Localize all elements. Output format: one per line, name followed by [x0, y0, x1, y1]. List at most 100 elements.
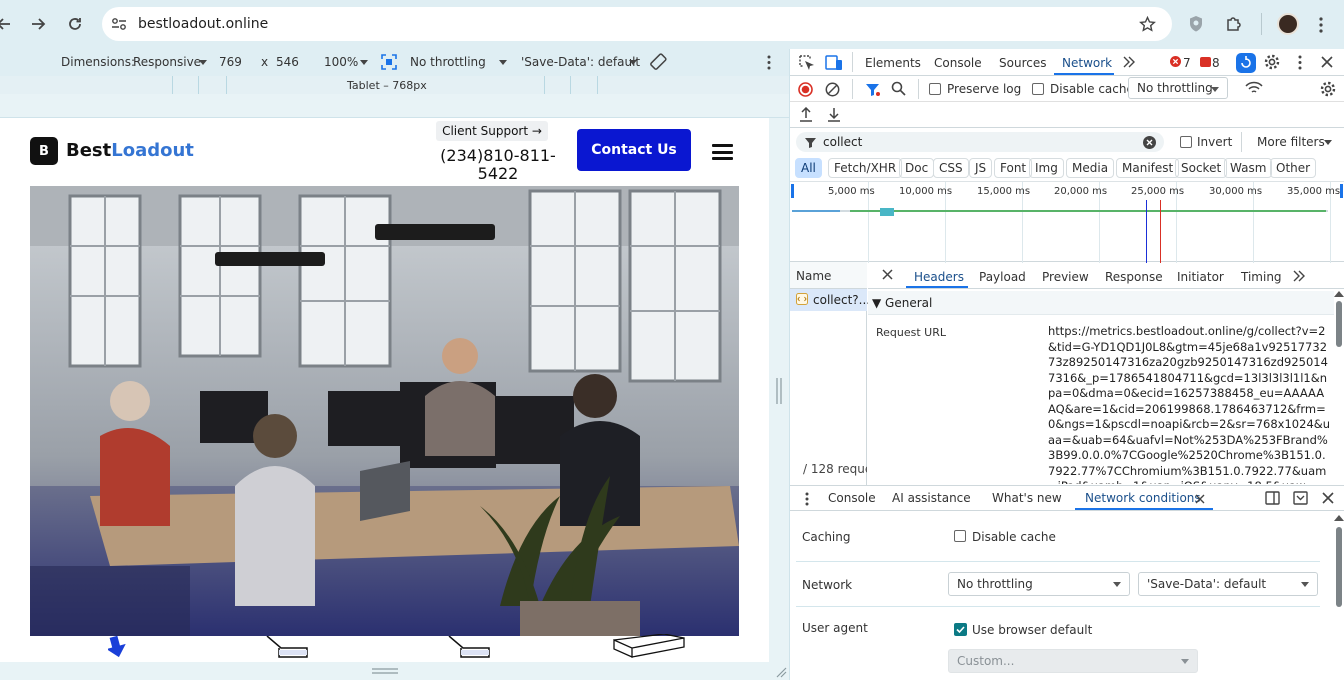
- type-filter-socket[interactable]: Socket: [1175, 158, 1228, 178]
- site-info-icon[interactable]: [111, 17, 127, 31]
- preserve-log-checkbox[interactable]: [929, 83, 941, 95]
- custom-user-agent-select[interactable]: Custom...: [948, 649, 1198, 673]
- row-divider: [796, 606, 1320, 607]
- close-drawer-icon[interactable]: [1322, 492, 1334, 504]
- error-count[interactable]: 7: [1183, 56, 1191, 70]
- save-data-select[interactable]: 'Save-Data': default: [521, 55, 640, 69]
- client-support-link[interactable]: Client Support →: [436, 121, 548, 141]
- record-stop-icon[interactable]: [798, 82, 813, 97]
- drawer-tab-network-conditions[interactable]: Network conditions: [1085, 491, 1201, 505]
- network-settings-gear-icon[interactable]: [1320, 81, 1336, 97]
- save-data-conditions-select[interactable]: 'Save-Data': default: [1138, 572, 1318, 596]
- type-filter-font[interactable]: Font: [994, 158, 1033, 178]
- general-section-header[interactable]: ▼ General: [868, 291, 1334, 315]
- site-logo-mark[interactable]: B: [30, 137, 58, 165]
- dock-side-icon[interactable]: [1265, 491, 1280, 505]
- network-toolbar-secondary: [790, 102, 1344, 128]
- type-filter-fetchxhr[interactable]: Fetch/XHR: [828, 158, 903, 178]
- throttling-dropdown[interactable]: No throttling: [1128, 77, 1228, 99]
- rotate-icon[interactable]: [648, 52, 668, 72]
- close-icon[interactable]: [1321, 56, 1333, 68]
- type-filter-media[interactable]: Media: [1066, 158, 1115, 178]
- clear-filter-icon[interactable]: [1143, 136, 1156, 149]
- tab-console[interactable]: Console: [934, 56, 982, 70]
- phone-number[interactable]: (234)810-811- 5422: [440, 147, 556, 183]
- tab-preview[interactable]: Preview: [1042, 270, 1089, 284]
- drawer-menu-icon[interactable]: [804, 492, 810, 506]
- back-button[interactable]: [0, 10, 18, 38]
- invert-checkbox[interactable]: [1180, 136, 1192, 148]
- site-logo-text[interactable]: BestLoadout: [66, 140, 194, 161]
- warning-icon[interactable]: [1200, 57, 1211, 67]
- type-filter-img[interactable]: Img: [1029, 158, 1064, 178]
- filter-value[interactable]: collect: [823, 135, 862, 149]
- more-tabs-icon[interactable]: [1293, 270, 1305, 282]
- drawer-scrollbar[interactable]: [1334, 511, 1344, 680]
- tab-sources[interactable]: Sources: [999, 56, 1046, 70]
- ai-assistant-icon[interactable]: [1236, 53, 1256, 73]
- error-icon[interactable]: [1170, 56, 1181, 67]
- more-options-icon[interactable]: [766, 55, 772, 70]
- tab-timing[interactable]: Timing: [1241, 270, 1282, 284]
- use-browser-default-checkbox[interactable]: [954, 623, 967, 636]
- tab-network[interactable]: Network: [1062, 56, 1112, 70]
- tab-payload[interactable]: Payload: [979, 270, 1026, 284]
- more-filters-dropdown[interactable]: More filters: [1257, 135, 1325, 149]
- disable-cache-checkbox[interactable]: [1032, 83, 1044, 95]
- network-conditions-icon[interactable]: [1245, 81, 1263, 95]
- tab-elements[interactable]: Elements: [865, 56, 921, 70]
- conditions-disable-cache-checkbox[interactable]: [954, 530, 966, 542]
- dpr-focus-icon[interactable]: [381, 54, 397, 70]
- device-select[interactable]: Responsive: [133, 55, 201, 69]
- hamburger-menu-icon[interactable]: [712, 144, 733, 160]
- inspect-element-icon[interactable]: [799, 55, 815, 71]
- request-row-selected[interactable]: collect?...: [790, 289, 870, 311]
- type-filter-all[interactable]: All: [795, 158, 822, 178]
- close-drawer-tab-icon[interactable]: [1195, 494, 1205, 504]
- forward-button[interactable]: [24, 10, 52, 38]
- detail-scrollbar[interactable]: [1334, 291, 1344, 485]
- type-filter-wasm[interactable]: Wasm: [1224, 158, 1273, 178]
- corner-resize-icon[interactable]: [775, 666, 787, 678]
- width-input[interactable]: 769: [219, 55, 242, 69]
- box-icon: [265, 636, 309, 658]
- url-text[interactable]: bestloadout.online: [138, 16, 268, 32]
- clear-icon[interactable]: [825, 82, 840, 97]
- profile-avatar[interactable]: [1277, 13, 1299, 35]
- name-column-header[interactable]: Name: [790, 262, 867, 289]
- chrome-menu-icon[interactable]: [1318, 16, 1324, 34]
- type-filter-doc[interactable]: Doc: [899, 158, 935, 178]
- height-input[interactable]: 546: [276, 55, 299, 69]
- search-icon[interactable]: [891, 81, 906, 96]
- more-tabs-icon[interactable]: [1123, 56, 1135, 68]
- resize-grip-icon[interactable]: [776, 378, 782, 404]
- resize-grip-icon[interactable]: [372, 668, 398, 674]
- warning-count[interactable]: 8: [1212, 56, 1220, 70]
- minimize-drawer-icon[interactable]: [1293, 491, 1308, 505]
- tab-initiator[interactable]: Initiator: [1177, 270, 1224, 284]
- bookmark-star-icon[interactable]: [1139, 16, 1156, 33]
- type-filter-other[interactable]: Other: [1270, 158, 1317, 178]
- close-detail-icon[interactable]: [882, 269, 893, 280]
- export-har-icon[interactable]: [827, 107, 841, 122]
- throttling-select[interactable]: No throttling: [410, 55, 486, 69]
- tab-headers[interactable]: Headers: [914, 270, 964, 284]
- shield-extension-icon[interactable]: [1188, 15, 1204, 33]
- type-filter-js[interactable]: JS: [969, 158, 993, 178]
- type-filter-css[interactable]: CSS: [933, 158, 969, 178]
- drawer-tab-ai-assistance[interactable]: AI assistance: [892, 491, 971, 505]
- device-toggle-icon[interactable]: [825, 55, 843, 71]
- drawer-tab-whats-new[interactable]: What's new: [992, 491, 1062, 505]
- settings-gear-icon[interactable]: [1264, 54, 1280, 70]
- extensions-puzzle-icon[interactable]: [1225, 15, 1243, 33]
- type-filter-manifest[interactable]: Manifest: [1116, 158, 1180, 178]
- zoom-select[interactable]: 100%: [324, 55, 358, 69]
- reload-button[interactable]: [61, 10, 89, 38]
- import-har-icon[interactable]: [799, 107, 813, 122]
- tab-response[interactable]: Response: [1105, 270, 1163, 284]
- drawer-tab-console[interactable]: Console: [828, 491, 876, 505]
- network-throttling-select[interactable]: No throttling: [948, 572, 1130, 596]
- more-options-icon[interactable]: [1297, 55, 1303, 70]
- filter-funnel-icon[interactable]: [865, 82, 880, 97]
- contact-us-button[interactable]: Contact Us: [577, 129, 691, 171]
